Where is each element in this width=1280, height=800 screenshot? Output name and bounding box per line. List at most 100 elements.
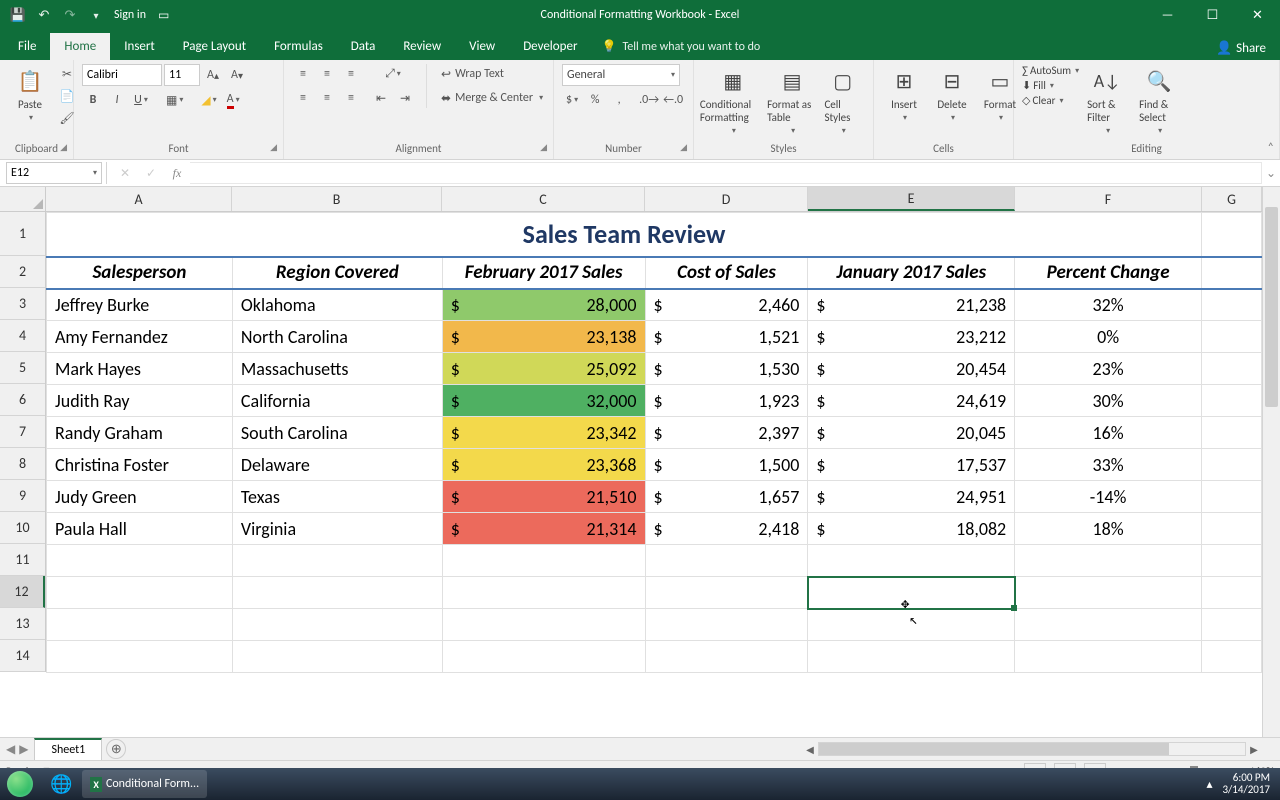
- cell[interactable]: $1,500: [645, 449, 808, 481]
- percent-button[interactable]: %: [584, 90, 606, 110]
- row-3[interactable]: 3: [0, 288, 45, 320]
- cell[interactable]: [808, 609, 1015, 641]
- increase-indent-icon[interactable]: ⇥: [394, 88, 416, 108]
- cell[interactable]: [232, 641, 442, 673]
- cell[interactable]: [1202, 449, 1262, 481]
- decrease-decimal-icon[interactable]: ←.0: [662, 90, 684, 110]
- qat-customize-icon[interactable]: ▾: [84, 3, 108, 27]
- cell[interactable]: $23,138: [442, 321, 645, 353]
- enter-formula-icon[interactable]: ✓: [138, 166, 164, 181]
- wrap-text-button[interactable]: ↩ Wrap Text: [437, 64, 557, 84]
- col-A[interactable]: A: [46, 187, 232, 211]
- cell[interactable]: [47, 609, 233, 641]
- vertical-scrollbar[interactable]: [1262, 187, 1280, 737]
- cell[interactable]: Amy Fernandez: [47, 321, 233, 353]
- cell[interactable]: $23,342: [442, 417, 645, 449]
- cell[interactable]: $21,238: [808, 289, 1015, 321]
- cell[interactable]: $23,368: [442, 449, 645, 481]
- row-9[interactable]: 9: [0, 480, 45, 512]
- cell[interactable]: Judy Green: [47, 481, 233, 513]
- increase-font-icon[interactable]: A▴: [202, 65, 224, 85]
- share-button[interactable]: 👤 Share: [1206, 37, 1276, 60]
- cell[interactable]: $1,530: [645, 353, 808, 385]
- sheet-nav[interactable]: ◀▶: [0, 742, 34, 757]
- tab-review[interactable]: Review: [389, 33, 455, 60]
- decrease-indent-icon[interactable]: ⇤: [370, 88, 392, 108]
- delete-cells-button[interactable]: ⊟Delete▾: [930, 64, 974, 125]
- cell[interactable]: $20,045: [808, 417, 1015, 449]
- cell[interactable]: 30%: [1015, 385, 1202, 417]
- cell[interactable]: 16%: [1015, 417, 1202, 449]
- row-6[interactable]: 6: [0, 384, 45, 416]
- row-7[interactable]: 7: [0, 416, 45, 448]
- cell[interactable]: [645, 577, 808, 609]
- number-format-select[interactable]: General▾: [562, 64, 680, 86]
- cell[interactable]: [1202, 513, 1262, 545]
- cell[interactable]: [1202, 481, 1262, 513]
- cell[interactable]: February 2017 Sales: [442, 257, 645, 289]
- minimize-button[interactable]: —: [1145, 0, 1190, 30]
- cell[interactable]: $1,657: [645, 481, 808, 513]
- cell[interactable]: [1202, 289, 1262, 321]
- row-12[interactable]: 12: [0, 576, 45, 608]
- sign-in-link[interactable]: Sign in: [114, 8, 146, 22]
- cell[interactable]: $21,314: [442, 513, 645, 545]
- cell[interactable]: Jeffrey Burke: [47, 289, 233, 321]
- align-right-icon[interactable]: ≡: [340, 88, 362, 108]
- cell[interactable]: California: [232, 385, 442, 417]
- tab-page-layout[interactable]: Page Layout: [169, 33, 260, 60]
- bold-button[interactable]: B: [82, 90, 104, 110]
- cell[interactable]: [645, 609, 808, 641]
- align-top-icon[interactable]: ≡: [292, 64, 314, 84]
- formula-input[interactable]: [190, 162, 1262, 184]
- cell[interactable]: Texas: [232, 481, 442, 513]
- col-C[interactable]: C: [442, 187, 645, 211]
- cell[interactable]: $32,000: [442, 385, 645, 417]
- cell[interactable]: [232, 577, 442, 609]
- horizontal-scrollbar[interactable]: ◀▶: [802, 741, 1262, 757]
- cell[interactable]: -14%: [1015, 481, 1202, 513]
- cell[interactable]: [1015, 545, 1202, 577]
- start-button[interactable]: [0, 768, 40, 800]
- name-box[interactable]: E12▾: [6, 162, 102, 184]
- cell[interactable]: Percent Change: [1015, 257, 1202, 289]
- row-10[interactable]: 10: [0, 512, 45, 544]
- cell[interactable]: Oklahoma: [232, 289, 442, 321]
- cell[interactable]: [808, 641, 1015, 673]
- cell[interactable]: Sales Team Review: [47, 213, 1202, 257]
- cell[interactable]: $28,000: [442, 289, 645, 321]
- cell[interactable]: [442, 609, 645, 641]
- col-B[interactable]: B: [232, 187, 442, 211]
- cell[interactable]: [1015, 577, 1202, 609]
- cell[interactable]: Judith Ray: [47, 385, 233, 417]
- excel-taskbar-button[interactable]: X Conditional Form...: [82, 770, 207, 798]
- format-as-table-button[interactable]: ▤Format as Table▾: [768, 64, 817, 138]
- row-14[interactable]: 14: [0, 640, 45, 672]
- insert-function-icon[interactable]: fx: [164, 166, 190, 181]
- col-D[interactable]: D: [645, 187, 808, 211]
- cell[interactable]: 0%: [1015, 321, 1202, 353]
- accounting-button[interactable]: $▾: [562, 90, 582, 110]
- cell[interactable]: [442, 545, 645, 577]
- clock[interactable]: 6:00 PM 3/14/2017: [1222, 772, 1270, 796]
- cell[interactable]: [442, 641, 645, 673]
- cell[interactable]: [1202, 321, 1262, 353]
- cell[interactable]: [1202, 213, 1262, 257]
- cell[interactable]: 33%: [1015, 449, 1202, 481]
- tab-file[interactable]: File: [4, 33, 50, 60]
- increase-decimal-icon[interactable]: .0→: [638, 90, 660, 110]
- ribbon-display-icon[interactable]: ▭: [158, 8, 169, 23]
- undo-icon[interactable]: ↶: [32, 3, 56, 27]
- cell[interactable]: [1202, 545, 1262, 577]
- cell-styles-button[interactable]: ▢Cell Styles▾: [820, 64, 865, 138]
- cell[interactable]: [645, 641, 808, 673]
- row-1[interactable]: 1: [0, 212, 45, 256]
- cell[interactable]: $24,619: [808, 385, 1015, 417]
- tell-me[interactable]: 💡 Tell me what you want to do: [601, 39, 760, 60]
- cell[interactable]: $2,418: [645, 513, 808, 545]
- cell[interactable]: [1202, 385, 1262, 417]
- cell[interactable]: $21,510: [442, 481, 645, 513]
- italic-button[interactable]: I: [106, 90, 128, 110]
- cell[interactable]: [1202, 577, 1262, 609]
- cell[interactable]: [1202, 257, 1262, 289]
